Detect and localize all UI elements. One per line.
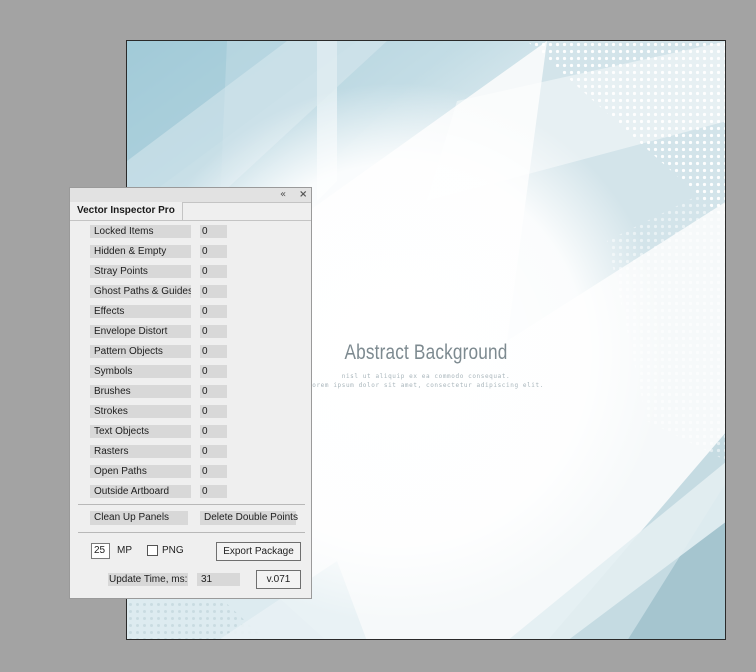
close-icon[interactable]: × <box>299 189 307 201</box>
stat-value: 0 <box>200 365 227 378</box>
stat-value: 0 <box>200 425 227 438</box>
stat-value: 0 <box>200 305 227 318</box>
version-button[interactable]: v.071 <box>256 570 301 589</box>
stat-value: 0 <box>200 325 227 338</box>
divider <box>78 532 305 533</box>
stat-value: 0 <box>200 385 227 398</box>
stat-value: 0 <box>200 345 227 358</box>
stat-label[interactable]: Stray Points <box>90 265 191 278</box>
stat-value: 0 <box>200 265 227 278</box>
mp-label: MP <box>117 545 132 556</box>
stat-value: 0 <box>200 445 227 458</box>
stat-label[interactable]: Brushes <box>90 385 191 398</box>
vector-inspector-panel: « × Vector Inspector Pro Locked Items 0 … <box>69 187 312 599</box>
export-package-button[interactable]: Export Package <box>216 542 301 561</box>
panel-title-strip[interactable]: « × <box>70 188 311 203</box>
update-time-label: Update Time, ms: <box>108 573 188 586</box>
stat-label[interactable]: Strokes <box>90 405 191 418</box>
megapixel-input[interactable]: 25 <box>91 543 110 559</box>
stat-label[interactable]: Effects <box>90 305 191 318</box>
stat-value: 0 <box>200 245 227 258</box>
divider <box>78 504 305 505</box>
stat-label[interactable]: Text Objects <box>90 425 191 438</box>
stat-value: 0 <box>200 405 227 418</box>
stat-label[interactable]: Rasters <box>90 445 191 458</box>
stat-label[interactable]: Outside Artboard <box>90 485 191 498</box>
clean-up-panels-button[interactable]: Clean Up Panels <box>90 511 188 525</box>
stat-value: 0 <box>200 285 227 298</box>
stat-label[interactable]: Locked Items <box>90 225 191 238</box>
stat-value: 0 <box>200 485 227 498</box>
png-checkbox[interactable] <box>147 545 158 556</box>
stat-label[interactable]: Hidden & Empty <box>90 245 191 258</box>
stat-label[interactable]: Envelope Distort <box>90 325 191 338</box>
stat-label[interactable]: Pattern Objects <box>90 345 191 358</box>
update-time-value: 31 <box>197 573 240 586</box>
stat-label[interactable]: Open Paths <box>90 465 191 478</box>
stat-value: 0 <box>200 465 227 478</box>
panel-tab-bar: Vector Inspector Pro <box>70 202 311 221</box>
stat-label[interactable]: Symbols <box>90 365 191 378</box>
stat-label[interactable]: Ghost Paths & Guides <box>90 285 191 298</box>
collapse-icon[interactable]: « <box>280 189 286 201</box>
tab-vector-inspector-pro[interactable]: Vector Inspector Pro <box>70 202 183 220</box>
png-label: PNG <box>162 545 184 556</box>
delete-double-points-button[interactable]: Delete Double Points <box>200 511 298 525</box>
stat-value: 0 <box>200 225 227 238</box>
